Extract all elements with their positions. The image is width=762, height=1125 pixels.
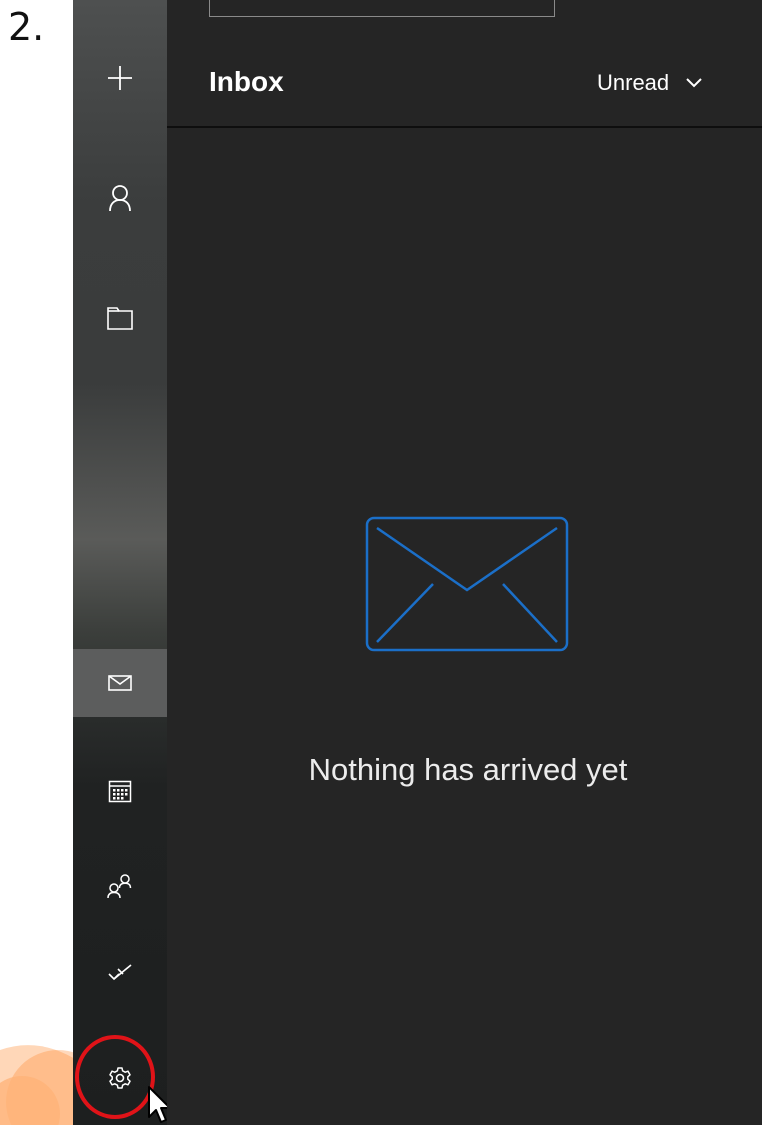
people-button[interactable] [73,852,167,920]
new-mail-button[interactable] [73,44,167,112]
checkmark-icon [108,964,132,981]
to-do-button[interactable] [73,939,167,1007]
chevron-down-icon [686,78,702,88]
people-icon [107,874,132,899]
gear-icon [109,1067,131,1089]
folders-button[interactable] [73,284,167,352]
settings-button[interactable] [73,1044,167,1112]
app-sidebar [73,0,167,1125]
envelope-illustration [365,516,569,652]
step-number: 2. [8,5,45,49]
message-list-header: Inbox Unread [167,0,762,128]
mail-button[interactable] [73,649,167,717]
accounts-button[interactable] [73,164,167,232]
calendar-button[interactable] [73,757,167,825]
filter-dropdown[interactable]: Unread [597,70,703,96]
empty-state-message: Nothing has arrived yet [308,752,628,787]
brand-logo-mark [0,1040,80,1125]
folder-icon [107,307,133,330]
folder-title: Inbox [209,66,284,97]
filter-label: Unread [597,70,670,95]
message-list-panel: Inbox Unread Nothing has arrived yet [167,0,762,1125]
calendar-icon [108,780,132,803]
person-icon [109,185,131,212]
plus-icon [108,66,132,90]
mail-icon [108,675,132,691]
